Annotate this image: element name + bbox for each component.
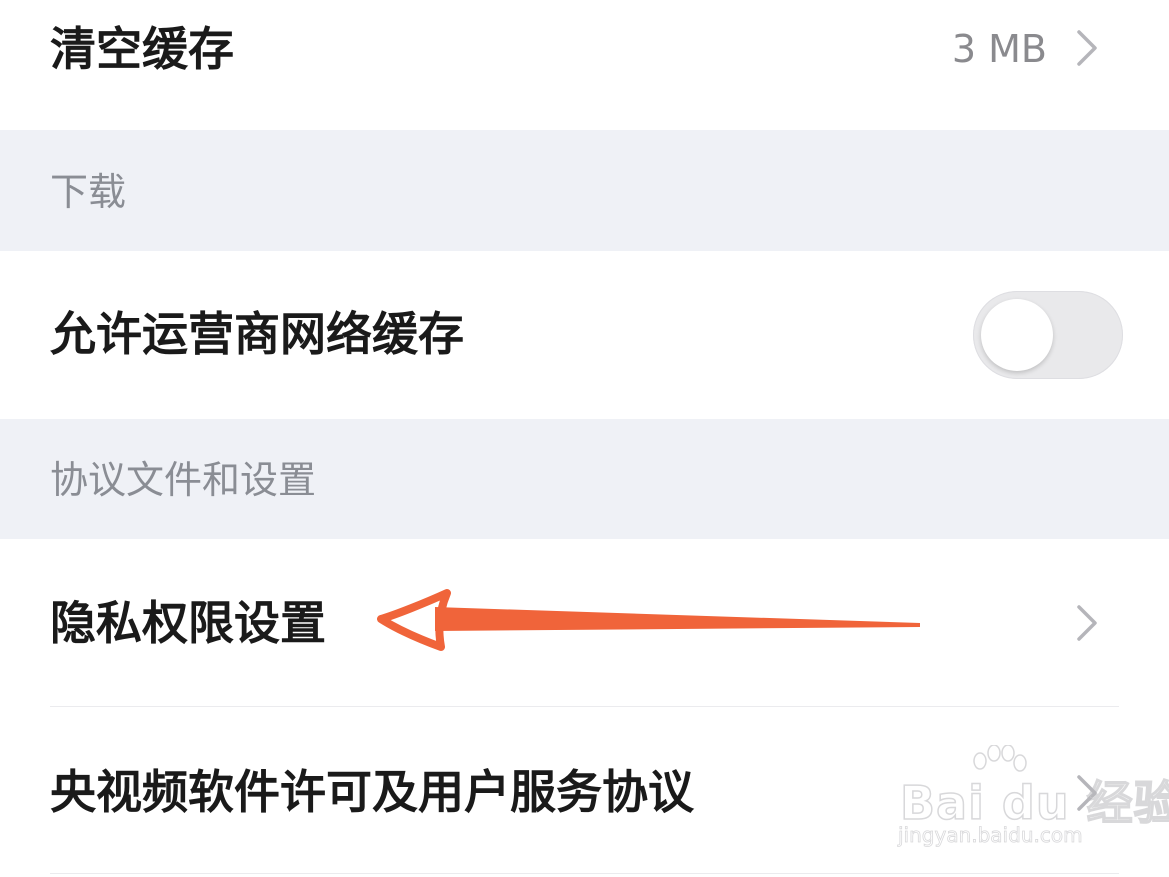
row-divider-bottom (50, 873, 1119, 874)
section-agreements: 协议文件和设置 (0, 419, 1169, 539)
cache-size-value: 3 MB (951, 27, 1047, 71)
clear-cache-row[interactable]: 清空缓存 3 MB (0, 0, 1169, 130)
section-download-label: 下载 (50, 170, 127, 214)
privacy-settings-row[interactable]: 隐私权限设置 (0, 539, 1169, 707)
section-download: 下载 (0, 130, 1169, 251)
cellular-cache-label: 允许运营商网络缓存 (50, 307, 464, 361)
license-agreement-label: 央视频软件许可及用户服务协议 (50, 765, 694, 819)
cellular-cache-row: 允许运营商网络缓存 (0, 251, 1169, 419)
privacy-settings-label: 隐私权限设置 (50, 596, 326, 650)
cellular-cache-toggle[interactable] (973, 291, 1123, 379)
chevron-right-icon (1077, 30, 1097, 66)
license-agreement-row[interactable]: 央视频软件许可及用户服务协议 (0, 707, 1169, 877)
section-agreements-label: 协议文件和设置 (50, 458, 317, 502)
clear-cache-label: 清空缓存 (50, 22, 234, 76)
chevron-right-icon (1077, 775, 1097, 811)
toggle-knob (981, 299, 1053, 371)
chevron-right-icon (1077, 605, 1097, 641)
